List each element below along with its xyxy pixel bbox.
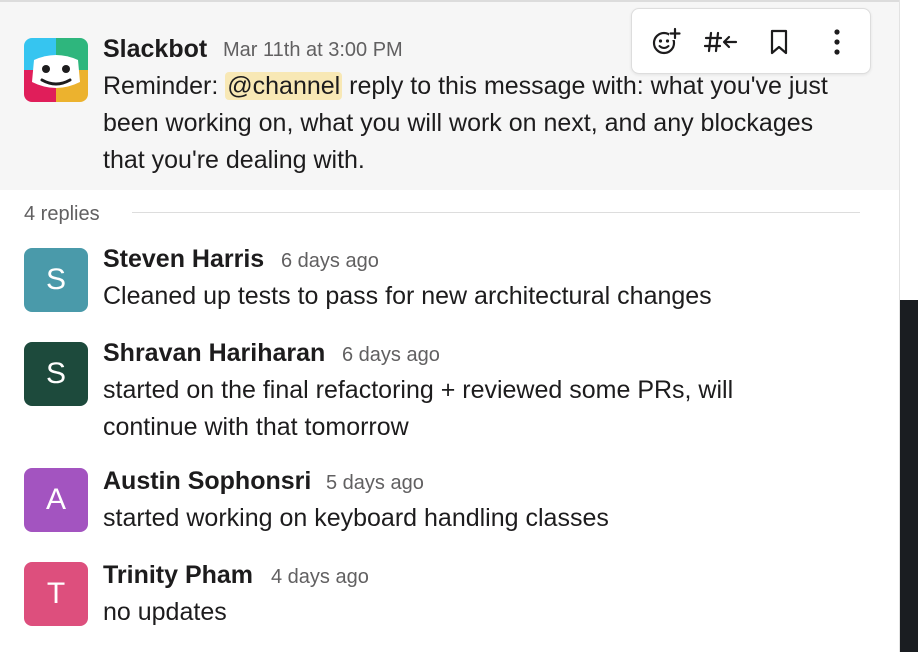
author-name[interactable]: Shravan Hariharan: [103, 339, 325, 367]
author-name[interactable]: Steven Harris: [103, 245, 264, 273]
author-name[interactable]: Slackbot: [103, 35, 207, 63]
avatar[interactable]: T: [24, 562, 88, 626]
message-actions-toolbar: [631, 8, 871, 74]
message-text: started on the final refactoring + revie…: [103, 376, 734, 441]
avatar[interactable]: S: [24, 342, 88, 406]
author-name[interactable]: Trinity Pham: [103, 561, 253, 589]
slackbot-icon[interactable]: [24, 38, 88, 102]
message-text: started working on keyboard handling cla…: [103, 504, 609, 532]
reply-in-channel-icon[interactable]: [704, 25, 738, 59]
bookmark-icon[interactable]: [762, 25, 796, 59]
timestamp[interactable]: 5 days ago: [326, 471, 424, 495]
message-text: Cleaned up tests to pass for new archite…: [103, 282, 712, 310]
message-text: no updates: [103, 598, 227, 626]
avatar[interactable]: S: [24, 248, 88, 312]
channel-mention[interactable]: @channel: [225, 72, 343, 100]
avatar[interactable]: A: [24, 468, 88, 532]
right-panel-edge: [899, 0, 918, 652]
timestamp[interactable]: 6 days ago: [281, 249, 379, 273]
add-reaction-icon[interactable]: [649, 25, 683, 59]
replies-divider: [132, 212, 860, 213]
timestamp[interactable]: 4 days ago: [271, 565, 369, 589]
more-actions-icon[interactable]: [820, 25, 854, 59]
author-name[interactable]: Austin Sophonsri: [103, 467, 311, 495]
timestamp[interactable]: 6 days ago: [342, 343, 440, 367]
timestamp[interactable]: Mar 11th at 3:00 PM: [223, 38, 403, 62]
message-text: Reminder: @channel reply to this message…: [103, 72, 828, 174]
reply-count[interactable]: 4 replies: [24, 202, 100, 226]
